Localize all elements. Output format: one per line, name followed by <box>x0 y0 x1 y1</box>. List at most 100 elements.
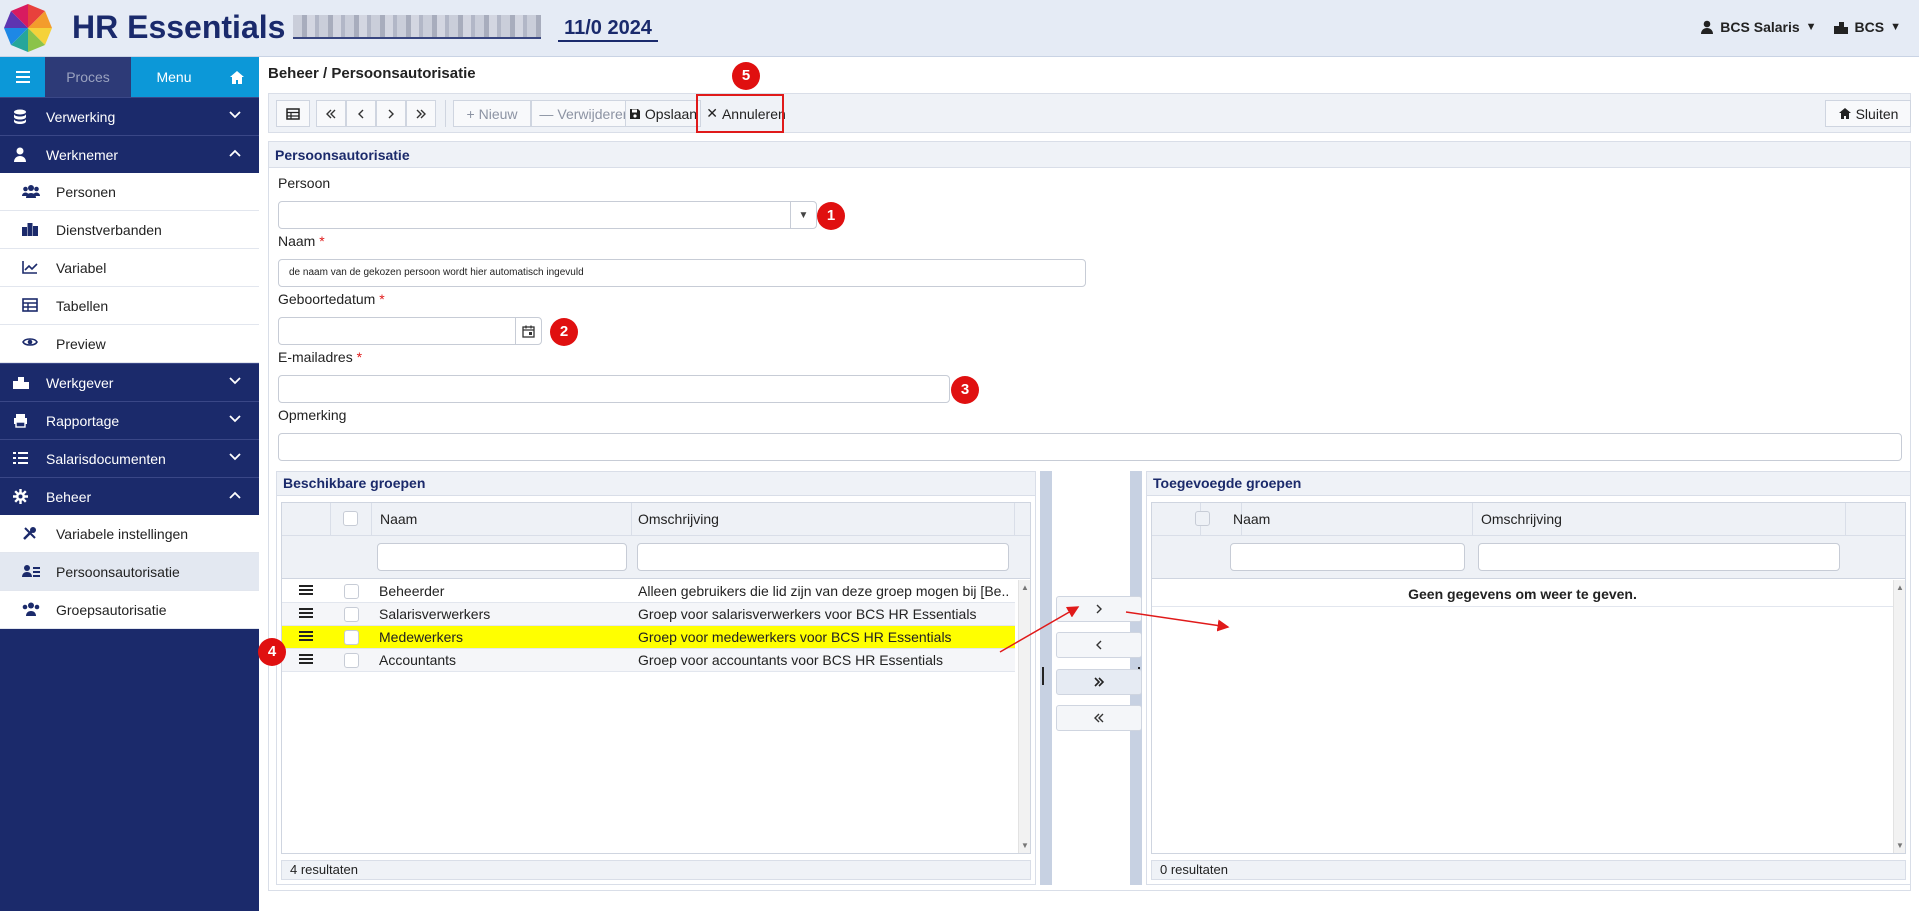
gear-icon <box>13 489 28 504</box>
previous-record-button[interactable] <box>346 100 376 127</box>
filter-omschrijving-input[interactable] <box>1478 543 1840 571</box>
home-button[interactable] <box>214 57 259 97</box>
scrollbar[interactable]: ▲ ▼ <box>1018 580 1030 853</box>
grid-view-button[interactable] <box>276 100 310 127</box>
section-title: Persoonsautorisatie <box>269 142 1910 168</box>
scroll-down-icon[interactable]: ▼ <box>1896 841 1904 850</box>
filter-row <box>282 536 1030 579</box>
hamburger-menu-button[interactable] <box>0 57 45 97</box>
sidebar-group-werkgever[interactable]: Werkgever <box>0 363 259 401</box>
chevron-left-icon <box>1096 640 1102 650</box>
hamburger-icon <box>15 71 30 83</box>
table-row[interactable]: Medewerkers Groep voor medewerkers voor B… <box>282 626 1015 649</box>
required-indicator: * <box>379 291 385 307</box>
add-selected-button[interactable] <box>1056 596 1142 622</box>
sidebar-item-variabele-instellingen[interactable]: Variabele instellingen <box>0 515 259 553</box>
tab-proces[interactable]: Proces <box>45 57 131 97</box>
sidebar-group-label: Salarisdocumenten <box>46 450 166 467</box>
calendar-button[interactable] <box>515 318 541 344</box>
sidebar-group-label: Werkgever <box>46 374 114 391</box>
drag-handle-icon[interactable] <box>299 585 313 595</box>
user-menu-caret-icon[interactable]: ▼ <box>1806 21 1817 33</box>
sidebar-group-beheer[interactable]: Beheer <box>0 477 259 515</box>
company-menu[interactable]: BCS <box>1855 19 1885 35</box>
drag-handle-icon[interactable] <box>299 608 313 618</box>
company-menu-caret-icon[interactable]: ▼ <box>1890 21 1901 33</box>
row-checkbox[interactable] <box>344 653 359 668</box>
first-record-button[interactable] <box>316 100 346 127</box>
scroll-up-icon[interactable]: ▲ <box>1896 583 1904 592</box>
column-header-omschrijving[interactable]: Omschrijving <box>632 503 1015 535</box>
tab-menu[interactable]: Menu <box>131 57 217 97</box>
eye-icon <box>22 338 38 346</box>
select-column-header <box>331 503 372 535</box>
geboortedatum-field[interactable] <box>278 317 542 345</box>
geboortedatum-label: Geboortedatum <box>278 291 376 307</box>
sidebar-item-tabellen[interactable]: Tabellen <box>0 287 259 325</box>
sidebar-group-salarisdocumenten[interactable]: Salarisdocumenten <box>0 439 259 477</box>
sidebar-item-dienstverbanden[interactable]: Dienstverbanden <box>0 211 259 249</box>
row-omschrijving: Groep voor accountants voor BCS HR Essen… <box>638 652 944 668</box>
sidebar-item-personen[interactable]: Personen <box>0 173 259 211</box>
save-icon <box>629 108 640 119</box>
last-record-button[interactable] <box>406 100 436 127</box>
select-all-checkbox[interactable] <box>343 511 358 526</box>
user-menu[interactable]: BCS Salaris <box>1720 19 1799 35</box>
scroll-up-icon[interactable]: ▲ <box>1021 583 1029 592</box>
sidebar-item-groepsautorisatie[interactable]: Groepsautorisatie <box>0 591 259 629</box>
new-button[interactable]: + Nieuw <box>453 100 531 127</box>
remove-all-button[interactable] <box>1056 705 1142 731</box>
delete-button[interactable]: — Verwijderen <box>531 100 639 127</box>
drag-handle-icon[interactable] <box>299 654 313 664</box>
sidebar-group-label: Werknemer <box>46 146 119 163</box>
opmerking-field[interactable] <box>278 433 1902 461</box>
row-naam: Beheerder <box>379 583 445 599</box>
available-groups-rows: Beheerder Alleen gebruikers die lid zijn … <box>282 580 1018 853</box>
filter-naam-input[interactable] <box>377 543 627 571</box>
scroll-down-icon[interactable]: ▼ <box>1021 841 1029 850</box>
sidebar-item-variabel[interactable]: Variabel <box>0 249 259 287</box>
row-checkbox[interactable] <box>344 607 359 622</box>
add-all-button[interactable] <box>1056 669 1142 695</box>
sidebar-item-preview[interactable]: Preview <box>0 325 259 363</box>
naam-field[interactable]: de naam van de gekozen persoon wordt hie… <box>278 259 1086 287</box>
user-icon <box>1701 20 1714 34</box>
column-header-naam[interactable]: Naam <box>1225 503 1473 535</box>
row-checkbox[interactable] <box>344 630 359 645</box>
period-display[interactable]: 11/0 2024 <box>558 14 658 42</box>
remove-selected-button[interactable] <box>1056 632 1142 658</box>
persoon-select[interactable]: ▼ <box>278 201 817 229</box>
filter-naam-input[interactable] <box>1230 543 1465 571</box>
list-icon <box>13 452 28 464</box>
table-row[interactable]: Salarisverwerkers Groep voor salarisverwe… <box>282 603 1015 626</box>
scrollbar[interactable]: ▲ ▼ <box>1893 580 1905 853</box>
table-row[interactable]: Beheerder Alleen gebruikers die lid zijn … <box>282 580 1015 603</box>
save-button-label: Opslaan <box>644 105 698 122</box>
sidebar-group-werknemer[interactable]: Werknemer <box>0 135 259 173</box>
sidebar-item-persoonsautorisatie[interactable]: Persoonsautorisatie <box>0 553 259 591</box>
added-groups-panel: Toegevoegde groepen Naam Omschrijving Ge… <box>1146 471 1911 885</box>
save-button[interactable]: Opslaan <box>625 100 701 127</box>
main-content: Beheer / Persoonsautorisatie + Nieuw — V… <box>258 57 1919 911</box>
table-row[interactable]: Accountants Groep voor accountants voor B… <box>282 649 1015 672</box>
select-all-checkbox[interactable] <box>1195 511 1210 526</box>
row-omschrijving: Groep voor salarisverwerkers voor BCS HR… <box>638 606 977 622</box>
drag-handle-icon[interactable] <box>299 631 313 641</box>
filter-row <box>1152 536 1905 579</box>
chevron-right-icon <box>388 109 394 118</box>
next-record-button[interactable] <box>376 100 406 127</box>
sidebar-item-label: Variabele instellingen <box>56 525 189 542</box>
sidebar-group-rapportage[interactable]: Rapportage <box>0 401 259 439</box>
close-button[interactable]: Sluiten <box>1825 100 1911 127</box>
sidebar-group-label: Rapportage <box>46 412 120 429</box>
column-header-naam[interactable]: Naam <box>372 503 632 535</box>
filter-omschrijving-input[interactable] <box>637 543 1009 571</box>
column-header-omschrijving[interactable]: Omschrijving <box>1473 503 1846 535</box>
sidebar-group-verwerking[interactable]: Verwerking <box>0 97 259 135</box>
splitter-handle-left[interactable] <box>1042 667 1044 685</box>
dropdown-caret-icon[interactable]: ▼ <box>790 202 816 228</box>
row-checkbox[interactable] <box>344 584 359 599</box>
email-label: E-mailadres <box>278 349 353 365</box>
email-field[interactable] <box>278 375 950 403</box>
chevron-up-icon <box>229 149 241 157</box>
